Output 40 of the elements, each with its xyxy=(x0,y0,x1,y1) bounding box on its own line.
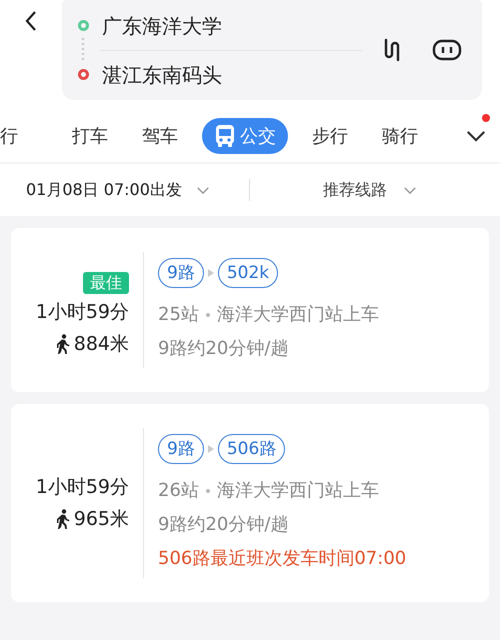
transport-tab[interactable]: 步行 xyxy=(302,118,358,154)
triangle-icon xyxy=(206,268,215,278)
bus-icon xyxy=(214,124,236,148)
chevron-down-icon xyxy=(196,186,210,194)
sort-dropdown[interactable]: 推荐线路 xyxy=(250,178,417,202)
walking-person-icon xyxy=(56,509,70,529)
transport-tab[interactable]: 骑行 xyxy=(372,118,428,154)
transport-tab[interactable]: 行 xyxy=(0,118,40,154)
transport-tab[interactable]: 公交 xyxy=(202,118,288,154)
chevron-down-icon xyxy=(403,186,417,194)
route-card[interactable]: 最佳 1小时59分 884米 9路 502k 25站 海洋大学西门站上车 9路约20分钟/趟 xyxy=(11,228,489,392)
chevron-down-icon xyxy=(465,129,487,143)
frequency-text: 9路约20分钟/趟 xyxy=(158,337,290,361)
boarding-stop: 海洋大学西门站上车 xyxy=(216,479,379,503)
bus-line-tag: 9路 xyxy=(158,434,204,464)
trip-duration: 1小时59分 xyxy=(36,300,129,325)
walking-person-icon xyxy=(56,334,70,354)
stop-count: 25站 xyxy=(158,303,199,327)
dot-separator xyxy=(206,313,210,317)
frequency-text: 9路约20分钟/趟 xyxy=(158,513,290,537)
origin-field[interactable]: 广东海洋大学 xyxy=(100,2,362,50)
back-icon[interactable] xyxy=(24,10,38,32)
destination-field[interactable]: 湛江东南码头 xyxy=(100,50,362,98)
walking-distance: 884米 xyxy=(74,332,129,357)
bus-line-tag: 9路 xyxy=(158,258,204,288)
triangle-icon xyxy=(206,444,215,454)
best-tag: 最佳 xyxy=(83,272,129,294)
departure-time-dropdown[interactable]: 01月08日 07:00出发 xyxy=(0,178,249,202)
departure-notice: 506路最近班次发车时间07:00 xyxy=(158,547,406,571)
trip-duration: 1小时59分 xyxy=(36,475,129,500)
transport-tab[interactable]: 驾车 xyxy=(132,118,188,154)
boarding-stop: 海洋大学西门站上车 xyxy=(216,303,379,327)
dot-separator xyxy=(206,489,210,493)
toggle-icon[interactable] xyxy=(432,39,462,61)
transport-tab[interactable]: 打车 xyxy=(62,118,118,154)
route-card[interactable]: 1小时59分 965米 9路 506路 26站 海洋大学西门站上车 9路约20分钟/趟 506路最近班次发车时间07:00 xyxy=(11,404,489,602)
stop-count: 26站 xyxy=(158,479,199,503)
walking-distance: 965米 xyxy=(74,507,129,532)
bus-line-tag: 502k xyxy=(218,258,278,288)
bus-line-tag: 506路 xyxy=(218,434,286,464)
